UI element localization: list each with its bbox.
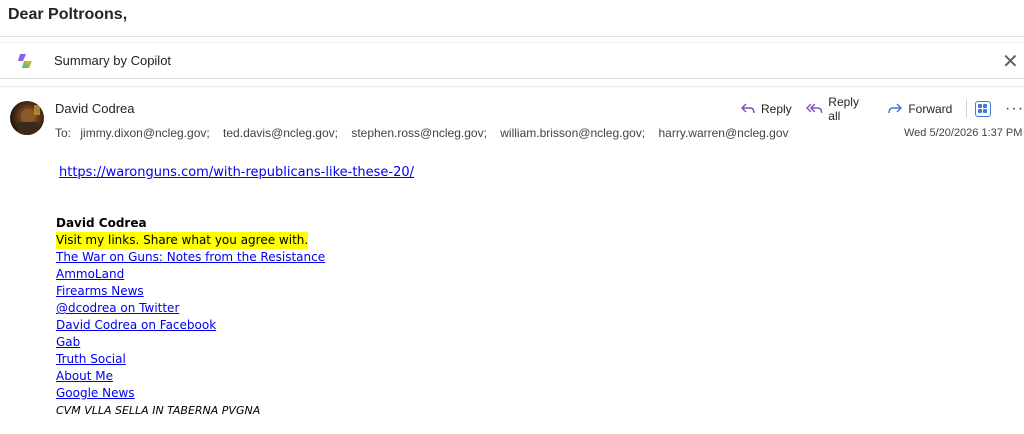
- signature-tagline: Visit my links. Share what you agree wit…: [56, 232, 309, 249]
- message-date: Wed 5/20/2026 1:37 PM: [904, 127, 1023, 139]
- forward-icon: [888, 103, 903, 114]
- signature-name: David Codrea: [56, 216, 147, 230]
- copilot-icon: [18, 54, 32, 68]
- message-actions: Reply Reply all Forward ···: [740, 95, 1024, 123]
- signature-block: David Codrea Visit my links. Share what …: [56, 215, 325, 419]
- copilot-summary-label[interactable]: Summary by Copilot: [54, 53, 171, 68]
- apps-icon[interactable]: [975, 101, 992, 117]
- recipients-line: To: jimmy.dixon@ncleg.gov; ted.davis@ncl…: [55, 126, 799, 140]
- avatar-image: [18, 105, 40, 135]
- avatar[interactable]: [10, 101, 44, 135]
- recipient[interactable]: ted.davis@ncleg.gov;: [223, 126, 338, 140]
- signature-motto: CVM VLLA SELLA IN TABERNA PVGNA: [56, 404, 261, 417]
- copilot-summary-bar[interactable]: Summary by Copilot ✕: [0, 42, 1024, 79]
- signature-link[interactable]: About Me: [56, 368, 325, 385]
- forward-button[interactable]: Forward: [887, 102, 952, 116]
- signature-link[interactable]: Google News: [56, 385, 325, 402]
- signature-link[interactable]: Gab: [56, 334, 325, 351]
- signature-link[interactable]: Firearms News: [56, 283, 325, 300]
- sender-name[interactable]: David Codrea: [55, 101, 135, 116]
- reply-label: Reply: [761, 102, 792, 116]
- more-icon[interactable]: ···: [1005, 100, 1024, 118]
- article-link[interactable]: https://waronguns.com/with-republicans-l…: [59, 165, 414, 180]
- divider: [0, 86, 1024, 87]
- recipient[interactable]: stephen.ross@ncleg.gov;: [351, 126, 487, 140]
- to-label: To:: [55, 126, 72, 140]
- close-icon[interactable]: ✕: [1002, 49, 1019, 74]
- divider: [0, 36, 1024, 37]
- signature-link[interactable]: AmmoLand: [56, 266, 325, 283]
- signature-link[interactable]: David Codrea on Facebook: [56, 317, 325, 334]
- reply-button[interactable]: Reply: [740, 102, 792, 116]
- signature-link[interactable]: @dcodrea on Twitter: [56, 300, 325, 317]
- reply-all-label: Reply all: [828, 95, 859, 123]
- recipient[interactable]: jimmy.dixon@ncleg.gov;: [80, 126, 209, 140]
- recipient[interactable]: william.brisson@ncleg.gov;: [500, 126, 645, 140]
- signature-link[interactable]: Truth Social: [56, 351, 325, 368]
- reply-all-icon: [805, 103, 823, 113]
- forward-label: Forward: [908, 102, 953, 116]
- recipient[interactable]: harry.warren@ncleg.gov: [659, 126, 789, 140]
- reply-icon: [741, 103, 755, 114]
- divider: [966, 100, 968, 118]
- signature-link[interactable]: The War on Guns: Notes from the Resistan…: [56, 249, 325, 266]
- email-subject: Dear Poltroons,: [8, 6, 128, 23]
- reply-all-button[interactable]: Reply all: [805, 95, 874, 123]
